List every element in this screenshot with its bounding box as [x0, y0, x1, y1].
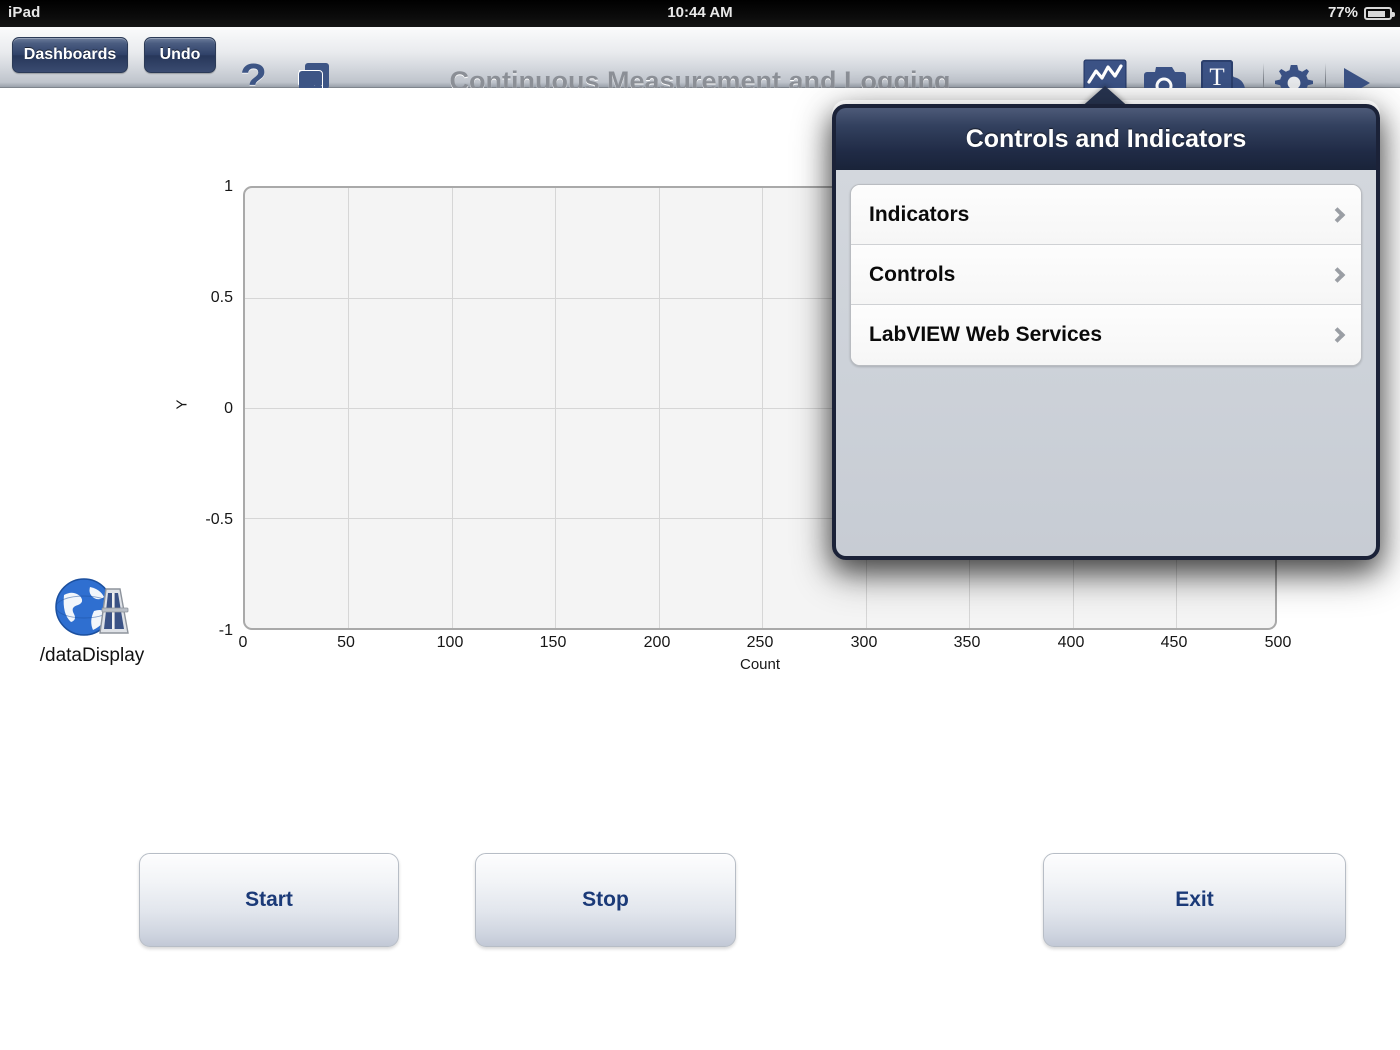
ipad-screen: iPad 10:44 AM 77% Dashboards Undo ? Cont…	[0, 0, 1400, 1050]
ios-status-bar: iPad 10:44 AM 77%	[0, 0, 1400, 27]
x-tick: 450	[1160, 634, 1188, 651]
status-clock: 10:44 AM	[667, 4, 733, 21]
chevron-right-icon	[1329, 206, 1346, 223]
web-service-item[interactable]: /dataDisplay	[22, 573, 162, 667]
controls-indicators-popover: Controls and Indicators Indicators Contr…	[832, 104, 1380, 560]
x-tick: 100	[436, 634, 464, 651]
y-tick: -1	[218, 622, 233, 639]
web-service-label: /dataDisplay	[39, 645, 145, 666]
x-tick: 500	[1264, 634, 1292, 651]
chart-y-tick-labels: 1 0.5 0 -0.5 -1	[185, 178, 239, 639]
y-tick: 0	[224, 400, 233, 417]
x-tick: 350	[953, 634, 981, 651]
popover-row-controls[interactable]: Controls	[851, 245, 1361, 305]
y-tick: 1	[224, 178, 233, 195]
status-battery-percent: 77%	[1327, 4, 1358, 21]
chevron-right-icon	[1329, 266, 1346, 283]
popover-row-label: LabVIEW Web Services	[869, 323, 1103, 346]
globe-device-icon	[22, 573, 162, 641]
popover-list: Indicators Controls LabVIEW Web Services	[850, 184, 1362, 366]
stop-button[interactable]: Stop	[475, 853, 736, 947]
popover-row-labview-web-services[interactable]: LabVIEW Web Services	[851, 305, 1361, 365]
undo-button[interactable]: Undo	[144, 37, 216, 73]
x-tick: 150	[539, 634, 567, 651]
dashboards-button[interactable]: Dashboards	[12, 37, 128, 73]
exit-button[interactable]: Exit	[1043, 853, 1346, 947]
x-tick: 0	[238, 634, 248, 651]
popover-row-indicators[interactable]: Indicators	[851, 185, 1361, 245]
chevron-right-icon	[1329, 327, 1346, 343]
x-tick: 300	[850, 634, 878, 651]
chart-y-axis-title: Y	[173, 399, 191, 410]
x-tick: 250	[746, 634, 774, 651]
app-toolbar: Dashboards Undo ? Continuous Measurement…	[0, 27, 1400, 105]
y-tick: -0.5	[205, 511, 233, 528]
x-tick: 400	[1057, 634, 1085, 651]
popover-row-label: Indicators	[869, 202, 970, 226]
x-tick: 50	[337, 634, 355, 651]
popover-title: Controls and Indicators	[836, 108, 1376, 170]
svg-text:T: T	[1209, 64, 1224, 91]
start-button[interactable]: Start	[139, 853, 399, 947]
chart-x-tick-labels: 0 50 100 150 200 250 300 350 400 450 500	[239, 634, 1292, 658]
battery-fill	[1367, 10, 1385, 17]
chart-x-axis-title: Count	[739, 656, 781, 673]
popover-body: Indicators Controls LabVIEW Web Services	[836, 170, 1376, 556]
battery-icon	[1364, 7, 1395, 20]
popover-row-label: Controls	[869, 262, 956, 286]
x-tick: 200	[643, 634, 671, 651]
y-tick: 0.5	[210, 289, 233, 306]
